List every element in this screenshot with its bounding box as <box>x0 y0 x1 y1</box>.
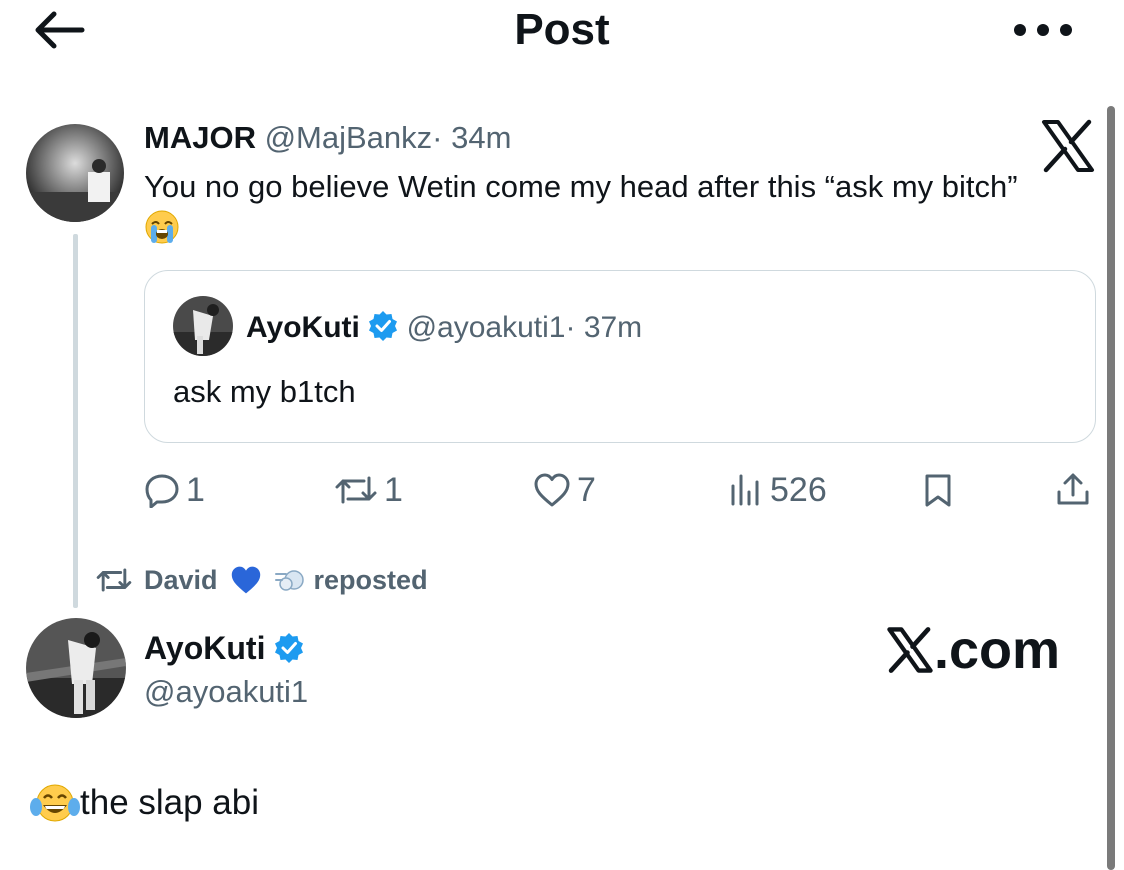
tweet-header: MAJOR @MajBankz· 34m <box>144 118 511 158</box>
more-button[interactable] <box>1008 12 1078 48</box>
tweet-body: You no go believe Wetin come my head aft… <box>144 169 1018 204</box>
author-handle[interactable]: @ayoakuti1 <box>144 670 308 714</box>
watermark-text: .com <box>934 620 1061 680</box>
repost-button[interactable]: 1 <box>334 468 403 512</box>
like-button[interactable]: 7 <box>533 468 596 512</box>
share-icon <box>1057 473 1089 505</box>
share-button[interactable] <box>1055 468 1091 512</box>
page-title: Post <box>514 5 610 54</box>
x-com-watermark: .com <box>886 620 1060 680</box>
separator-dot: · <box>565 311 576 344</box>
analytics-icon <box>731 474 759 506</box>
bookmark-button[interactable] <box>920 468 956 512</box>
reposter-name[interactable]: David <box>144 565 218 596</box>
blue-heart-icon <box>231 566 260 594</box>
author-name[interactable]: MAJOR <box>144 120 256 155</box>
author-name[interactable]: AyoKuti <box>144 630 265 666</box>
timestamp[interactable]: 34m <box>451 120 511 155</box>
verified-badge-icon <box>274 630 304 663</box>
scrollbar[interactable] <box>1107 106 1115 870</box>
quoted-handle[interactable]: @ayoakuti1 <box>407 311 566 344</box>
views-button[interactable]: 526 <box>728 468 827 512</box>
reply-icon <box>145 474 179 508</box>
quoted-header: AyoKuti @ayoakuti1· 37m <box>246 306 642 350</box>
reply-button[interactable]: 1 <box>144 468 205 512</box>
quoted-author-name[interactable]: AyoKuti <box>246 311 360 344</box>
tweet-text: the slap abi <box>30 778 259 828</box>
avatar[interactable] <box>26 618 126 718</box>
author-handle[interactable]: @MajBankz <box>265 120 433 155</box>
separator-dot: · <box>432 120 443 155</box>
x-logo-icon <box>887 627 933 673</box>
views-count: 526 <box>770 470 827 509</box>
thread-line <box>73 234 78 608</box>
reposted-label: reposted <box>313 564 428 595</box>
repost-context: David reposted <box>94 560 428 600</box>
reply-count: 1 <box>186 470 205 509</box>
like-count: 7 <box>577 470 596 509</box>
quoted-tweet[interactable] <box>144 270 1096 443</box>
repost-count: 1 <box>384 470 403 509</box>
dash-emoji-icon <box>274 570 304 591</box>
avatar[interactable] <box>26 124 124 222</box>
tweet-text: You no go believe Wetin come my head aft… <box>144 166 1044 250</box>
tweet-body: the slap abi <box>80 783 260 822</box>
quoted-avatar[interactable] <box>173 296 233 356</box>
repost-icon <box>335 476 377 504</box>
verified-badge-icon <box>368 310 398 341</box>
quoted-text: ask my b1tch <box>173 374 356 409</box>
tears-of-joy-emoji-icon <box>30 784 80 822</box>
author-name-row: AyoKuti <box>144 626 304 670</box>
heart-icon <box>534 473 570 507</box>
x-logo-icon <box>1040 118 1096 174</box>
crying-emoji-icon <box>144 208 180 250</box>
repost-icon <box>96 568 132 592</box>
quoted-timestamp[interactable]: 37m <box>584 311 642 344</box>
bookmark-icon <box>925 474 951 507</box>
more-horizontal-icon <box>1014 24 1072 36</box>
